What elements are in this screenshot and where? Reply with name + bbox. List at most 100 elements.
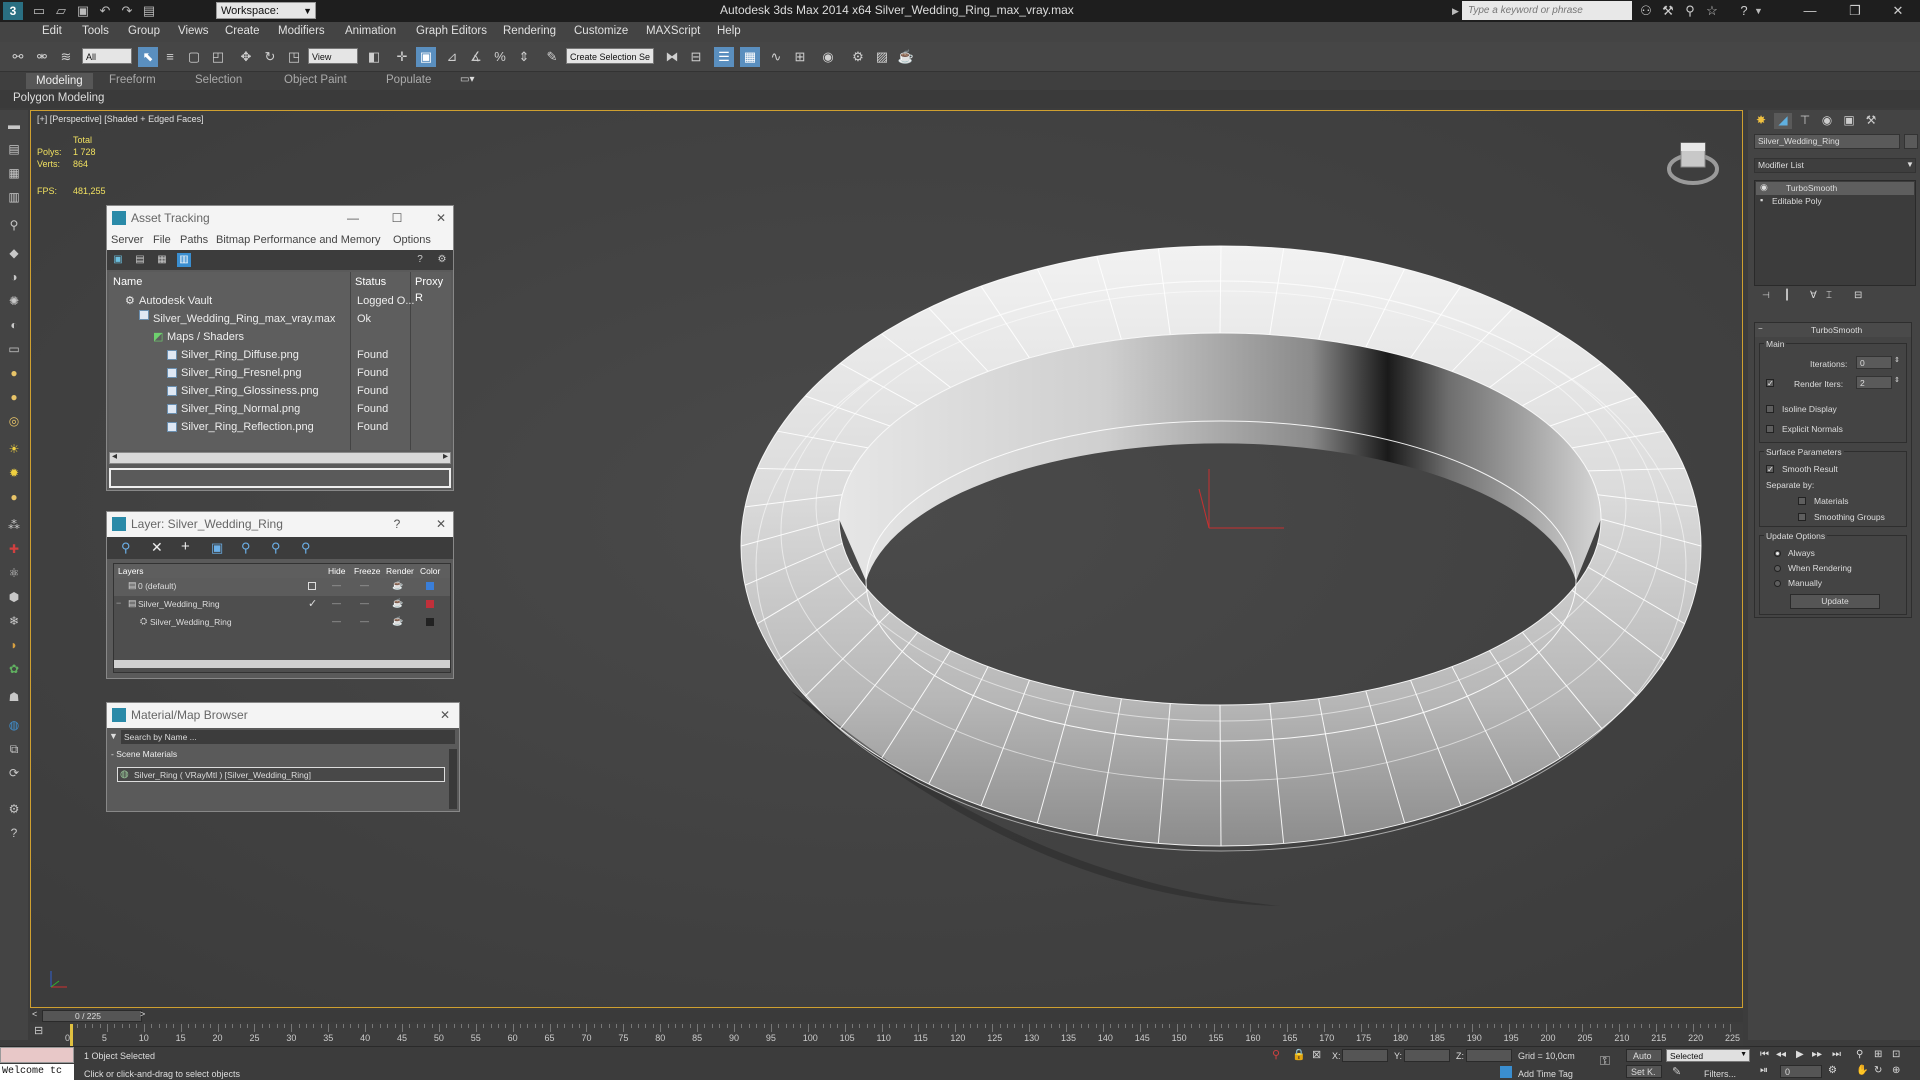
xref-icon[interactable]: ⧉ (5, 740, 23, 758)
smoothing-groups-checkbox[interactable] (1798, 513, 1806, 521)
menu-group[interactable]: Group (128, 25, 160, 37)
stack-item-turbosmooth[interactable]: ◉ TurboSmooth (1756, 182, 1914, 195)
reference-coordinate-dropdown[interactable]: View (308, 48, 358, 64)
isolate-selection-icon[interactable]: ⚲ (1272, 1048, 1280, 1061)
select-object-icon[interactable]: ⬉ (138, 47, 158, 67)
scene-settings-icon[interactable]: ⚙ (5, 800, 23, 818)
stack-item-editable-poly[interactable]: ▪ Editable Poly (1756, 195, 1914, 208)
timeline-ruler[interactable]: ⊟ 0 5 10 15 20 25 30 35 40 45 50 55 60 65 70 75 80 85 90 95… (30, 1024, 1743, 1048)
polygon-modeling-panel[interactable]: Polygon Modeling (13, 92, 104, 104)
maxscript-listener-output[interactable]: Welcome tc (0, 1064, 74, 1080)
time-config-icon[interactable]: ⚙ (1828, 1065, 1837, 1076)
current-frame-field[interactable]: 0 (1780, 1065, 1822, 1078)
freeze-toggle[interactable]: — (360, 580, 369, 590)
menu-edit[interactable]: Edit (42, 25, 62, 37)
selection-lock-icon[interactable]: 🔒 (1292, 1048, 1306, 1061)
hidden-icon[interactable]: ◗ (5, 636, 23, 654)
rotate-icon[interactable]: ↻ (260, 47, 280, 67)
play-icon[interactable]: ▶ (1796, 1049, 1804, 1060)
create-tab-icon[interactable]: ✸ (1752, 113, 1770, 129)
material-sphere-icon[interactable]: ● (5, 488, 23, 506)
motion-tab-icon[interactable]: ◉ (1818, 113, 1836, 129)
bind-space-warp-icon[interactable]: ≋ (56, 47, 76, 67)
table-row[interactable]: Silver_Ring_Glossiness.png Found (111, 382, 451, 400)
hide-toggle[interactable]: — (332, 598, 341, 608)
hierarchy-tab-icon[interactable]: ⊤ (1796, 113, 1814, 129)
sphere-object-icon[interactable]: ● (5, 364, 23, 382)
pin-stack-icon[interactable]: ⊣ (1762, 290, 1770, 301)
render-teapot-icon[interactable]: ☕ (392, 580, 403, 591)
save-file-icon[interactable]: ▣ (74, 2, 92, 20)
layer-row[interactable]: ⛭ Silver_Wedding_Ring — — ☕ (114, 614, 450, 632)
refresh-icon[interactable]: ▣ (111, 253, 125, 267)
asset-path-field[interactable] (109, 468, 451, 488)
menu-customize[interactable]: Customize (574, 25, 628, 37)
menu-server[interactable]: Server (111, 234, 143, 246)
delete-layer-icon[interactable]: ✕ (151, 539, 163, 556)
align-icon[interactable]: ⊟ (686, 47, 706, 67)
menu-rendering[interactable]: Rendering (503, 25, 556, 37)
omni-light-icon[interactable]: ✹ (5, 464, 23, 482)
material-editor-icon[interactable]: ◉ (818, 47, 838, 67)
layer-title-bar[interactable]: Layer: Silver_Wedding_Ring ? ✕ (107, 512, 453, 537)
maximize-viewport-icon[interactable]: ⊕ (1892, 1065, 1900, 1076)
column-name[interactable]: Name (113, 274, 142, 290)
pan-icon[interactable]: ✋ (1856, 1065, 1868, 1076)
add-time-tag[interactable]: Add Time Tag (1518, 1069, 1573, 1079)
select-manipulate-icon[interactable]: ✛ (392, 47, 412, 67)
layer-row[interactable]: − ▤ Silver_Wedding_Ring ✓ — — ☕ (114, 596, 450, 614)
menu-views[interactable]: Views (178, 25, 208, 37)
key-filters-button[interactable]: Filters... (1704, 1069, 1736, 1079)
materials-checkbox[interactable] (1798, 497, 1806, 505)
zoom-all-icon[interactable]: ⊞ (1874, 1049, 1882, 1060)
zoom-icon[interactable]: ⚲ (1856, 1049, 1863, 1060)
graphite-ribbon-icon[interactable]: ▦ (740, 47, 760, 67)
world-icon[interactable]: ◍ (5, 716, 23, 734)
column-hide[interactable]: Hide (328, 566, 345, 576)
maximize-icon[interactable]: ☐ (387, 206, 407, 231)
help-icon[interactable]: ? (413, 253, 427, 267)
zoom-extents-icon[interactable]: ⊡ (1892, 1049, 1900, 1060)
render-production-icon[interactable]: ☕ (896, 47, 916, 67)
move-icon[interactable]: ✥ (236, 47, 256, 67)
freeze-toggle[interactable]: — (360, 616, 369, 626)
expand-icon[interactable]: − (116, 598, 121, 608)
current-time-marker[interactable] (70, 1024, 73, 1046)
show-end-result-icon[interactable]: ┃ (1784, 290, 1790, 301)
viewport-label[interactable]: [+] [Perspective] [Shaded + Edged Faces] (37, 114, 204, 124)
table-row[interactable]: ◩ Maps / Shaders (111, 328, 451, 346)
vertical-scrollbar[interactable] (449, 749, 457, 809)
object-name-field[interactable]: Silver_Wedding_Ring (1754, 134, 1900, 149)
help-icon[interactable]: ? (387, 512, 407, 537)
x-coordinate-field[interactable] (1342, 1049, 1388, 1062)
scene-materials-section[interactable]: - Scene Materials (111, 749, 177, 759)
percent-snap-icon[interactable]: % (490, 47, 510, 67)
freeze-all-layers-icon[interactable]: ⚲ (301, 540, 311, 556)
favorites-star-icon[interactable]: ☆ (1702, 0, 1722, 22)
modify-tab-icon[interactable]: ◢ (1774, 113, 1792, 129)
restore-icon[interactable]: ❐ (1835, 0, 1875, 22)
layers-filter-icon[interactable]: ▥ (5, 188, 23, 206)
menu-maxscript[interactable]: MAXScript (646, 25, 700, 37)
container-icon[interactable]: ⬢ (5, 588, 23, 606)
select-objects-in-layer-icon[interactable]: ▣ (211, 540, 223, 556)
time-slider[interactable]: < 0 / 225 > (30, 1009, 1743, 1022)
teapot-object-icon[interactable]: ● (5, 388, 23, 406)
render-iters-spinner[interactable]: 2 (1856, 376, 1892, 389)
column-color[interactable]: Color (420, 566, 440, 576)
pivot-center-icon[interactable]: ◧ (364, 47, 384, 67)
named-selection-dropdown[interactable]: Create Selection Se (566, 48, 654, 64)
render-teapot-icon[interactable]: ☕ (392, 598, 403, 609)
select-by-name-icon[interactable]: ≡ (160, 47, 180, 67)
workspace-dropdown[interactable]: Workspace: Default▼ (216, 2, 316, 34)
snaps-toggle-icon[interactable]: ⊿ (442, 47, 462, 67)
tab-modeling[interactable]: Modeling (26, 73, 93, 89)
ribbon-options-icon[interactable]: ▭▾ (460, 74, 474, 85)
column-freeze[interactable]: Freeze (354, 566, 380, 576)
help-dropdown-icon[interactable]: ▼ (1754, 0, 1763, 22)
menu-bitmap-performance[interactable]: Bitmap Performance and Memory (216, 234, 380, 246)
hide-toggle[interactable]: — (332, 616, 341, 626)
bone-icon[interactable]: ✚ (5, 540, 23, 558)
search-input[interactable]: Type a keyword or phrase (1462, 1, 1632, 20)
close-icon[interactable]: ✕ (431, 206, 451, 231)
